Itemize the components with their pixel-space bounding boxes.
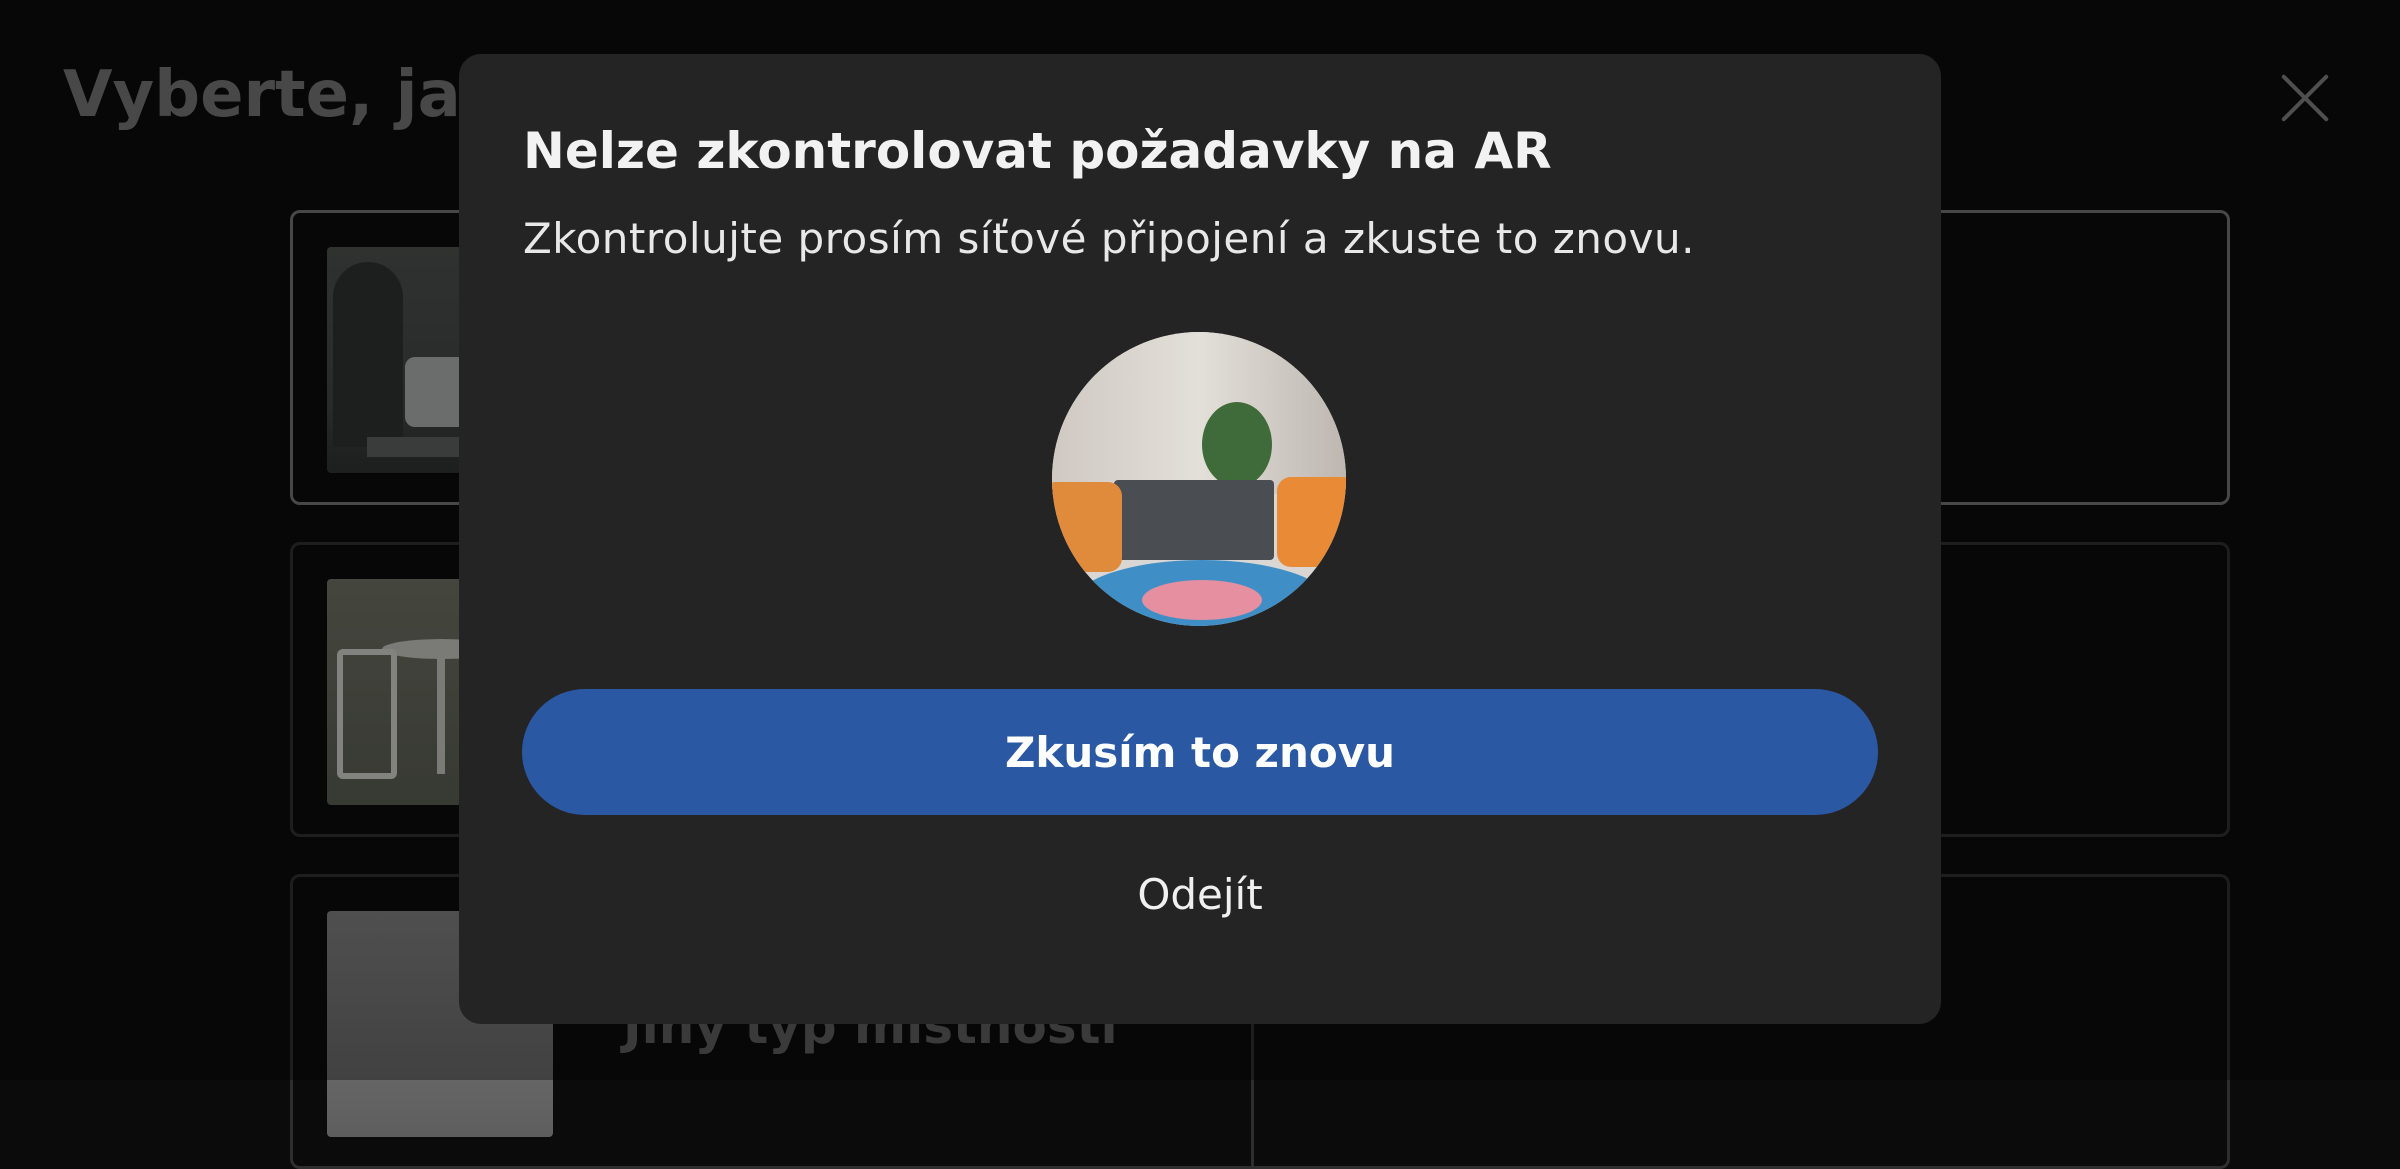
room-illustration-image — [1052, 332, 1346, 626]
dialog-message: Zkontrolujte prosím síťové připojení a z… — [523, 214, 1695, 263]
ar-error-dialog: Nelze zkontrolovat požadavky na AR Zkont… — [459, 54, 1941, 1024]
exit-button[interactable]: Odejít — [1000, 854, 1400, 934]
retry-button[interactable]: Zkusím to znovu — [522, 689, 1878, 815]
dialog-title: Nelze zkontrolovat požadavky na AR — [523, 122, 1552, 180]
